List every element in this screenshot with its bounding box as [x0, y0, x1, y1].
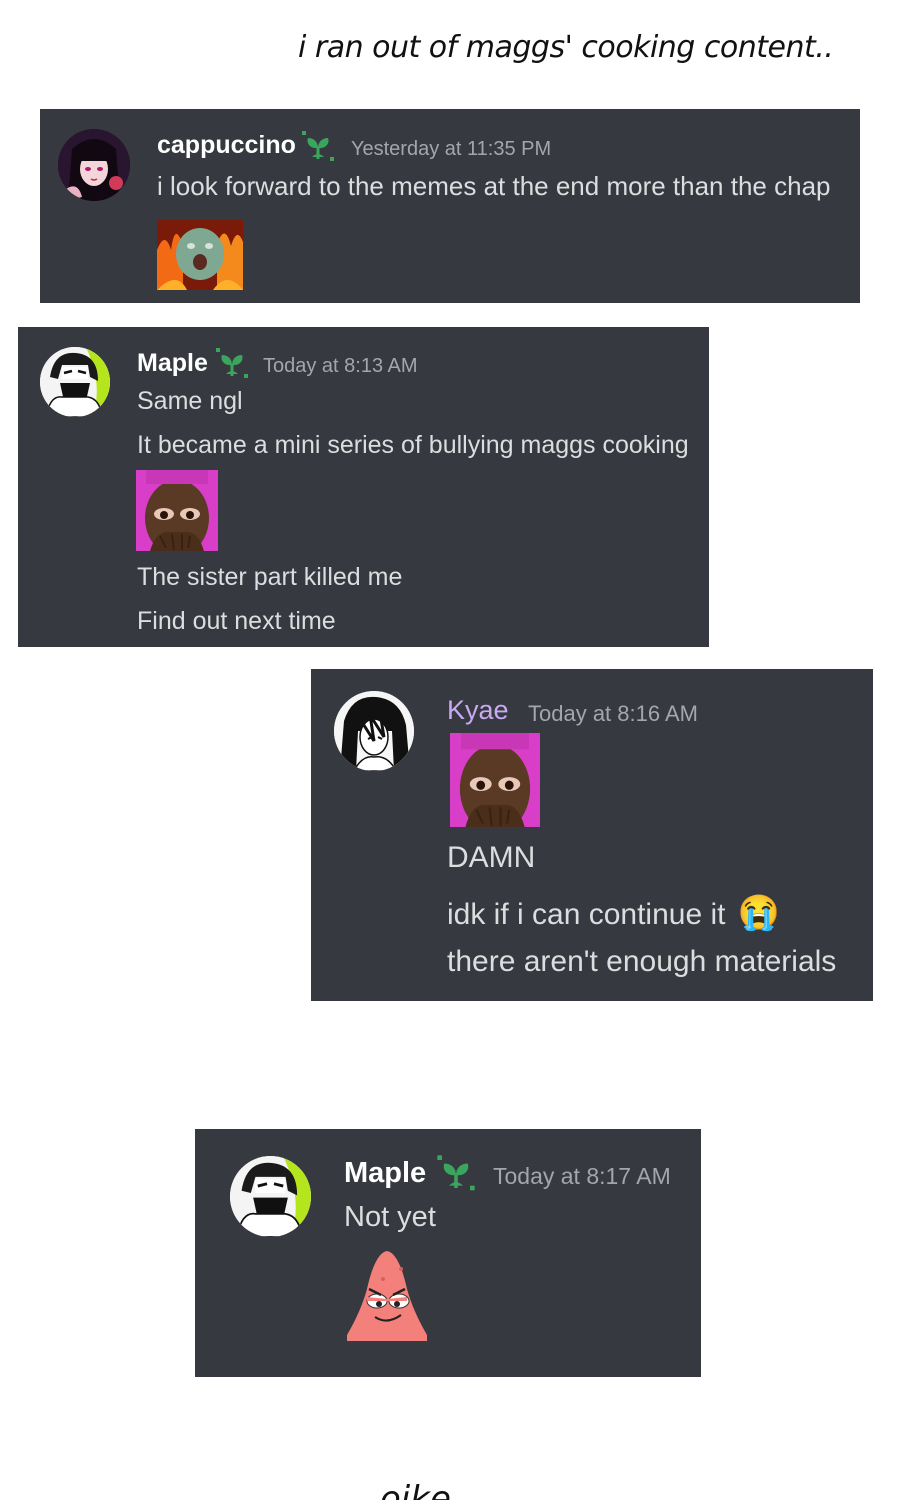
message-text: i look forward to the memes at the end m…: [157, 171, 831, 201]
message-text: It became a mini series of bullying magg…: [137, 431, 689, 459]
username-kyae[interactable]: Kyae: [447, 695, 509, 726]
sprout-badge-icon: [300, 129, 336, 170]
sprout-badge-icon: [214, 346, 250, 387]
message-text: The sister part killed me: [137, 563, 403, 591]
avatar-maple[interactable]: [40, 347, 110, 417]
message-text: Find out next time: [137, 607, 336, 635]
timestamp-3[interactable]: Today at 8:16 AM: [528, 701, 698, 727]
message-text: Not yet: [344, 1201, 436, 1233]
message-card-cappuccino: cappuccino Yesterday at 11:35 PM i look …: [40, 109, 860, 303]
message-card-maple-1: Maple Today at 8:13 AM Same ngl It becam…: [18, 327, 709, 647]
timestamp-1[interactable]: Yesterday at 11:35 PM: [351, 138, 551, 161]
message-card-kyae: Kyae Today at 8:16 AM DAMN idk if i can …: [311, 669, 873, 1001]
meme-image-fire-baby[interactable]: [157, 220, 243, 290]
sticker-smug-patrick[interactable]: [343, 1249, 431, 1341]
message-text: Same ngl: [137, 387, 243, 415]
loudly-crying-face-emoji-icon: 😭: [737, 894, 781, 932]
message-text-with-emoji: idk if i can continue it 😭: [447, 893, 780, 933]
avatar-maple[interactable]: [230, 1156, 311, 1237]
meme-image-crying-man[interactable]: [450, 733, 540, 827]
meme-image-crying-man[interactable]: [136, 470, 218, 551]
avatar-kyae[interactable]: [334, 691, 414, 771]
username-maple[interactable]: Maple: [137, 349, 208, 378]
footer-text: oike: [380, 1479, 451, 1500]
message-text: idk if i can continue it: [447, 898, 726, 931]
username-maple[interactable]: Maple: [344, 1157, 426, 1190]
avatar-cappuccino[interactable]: [58, 129, 130, 201]
sprout-badge-icon: [435, 1153, 477, 1200]
message-card-maple-2: Maple Today at 8:17 AM Not yet: [195, 1129, 701, 1377]
timestamp-2[interactable]: Today at 8:13 AM: [263, 355, 418, 378]
message-text: DAMN: [447, 841, 536, 874]
message-text: there aren't enough materials: [447, 945, 837, 978]
page-caption: i ran out of maggs' cooking content..: [298, 30, 834, 65]
timestamp-4[interactable]: Today at 8:17 AM: [493, 1163, 671, 1190]
username-cappuccino[interactable]: cappuccino: [157, 131, 296, 160]
